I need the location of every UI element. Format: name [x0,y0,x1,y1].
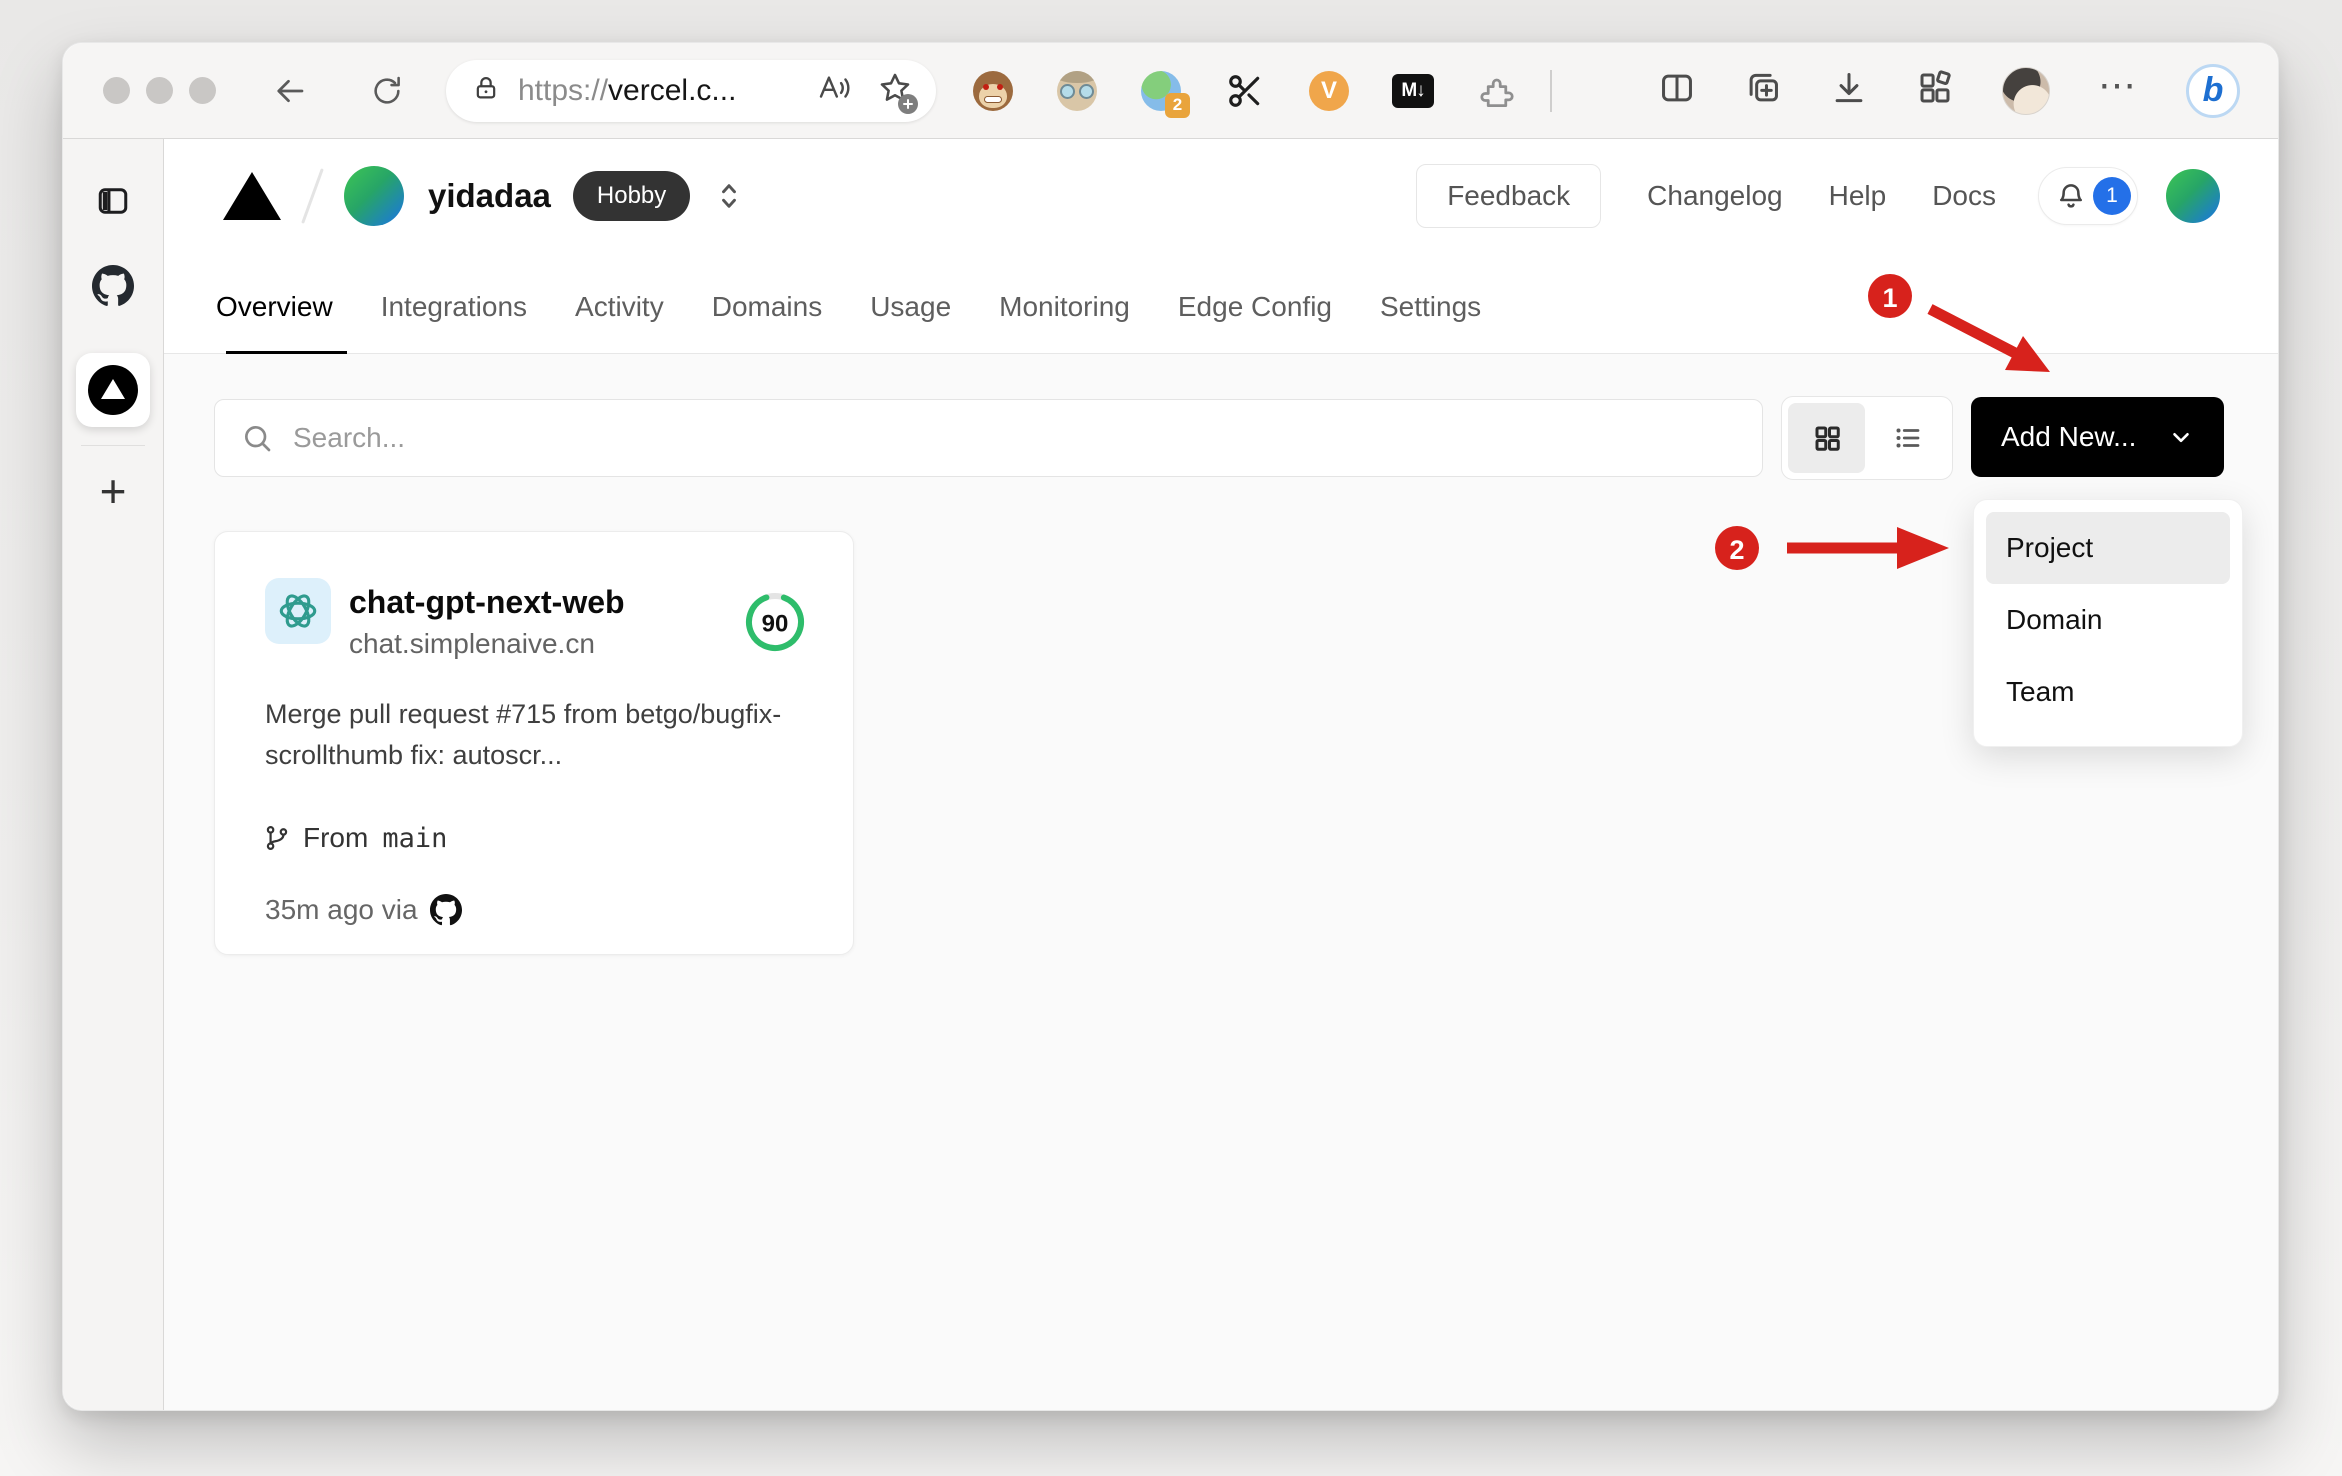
vercel-page: yidadaa Hobby Feedback Changelog Help Do… [164,139,2278,1410]
scope-switcher-icon[interactable] [714,179,744,213]
team-name[interactable]: yidadaa [428,177,551,215]
plus-overlay-icon [898,94,918,114]
project-search[interactable] [214,399,1763,477]
project-card[interactable]: chat-gpt-next-web chat.simplenaive.cn 90… [214,531,854,955]
extension-count-badge: 2 [1165,92,1190,118]
tab-domains[interactable]: Domains [688,291,846,353]
dropdown-item-team[interactable]: Team [1986,656,2230,728]
speed-score-gauge[interactable]: 90 [743,590,807,654]
extensions-puzzle-icon[interactable] [1476,70,1518,112]
git-branch-icon [266,826,288,850]
dropdown-item-domain[interactable]: Domain [1986,584,2230,656]
scissors-extension-icon[interactable] [1224,70,1266,112]
help-link[interactable]: Help [1829,180,1887,212]
notification-count-badge: 1 [2093,177,2131,215]
url-text: https://vercel.c... [518,74,736,108]
split-screen-icon[interactable] [1658,69,1696,112]
list-view-button[interactable] [1869,403,1946,473]
zoom-window-button[interactable] [189,77,216,104]
sidebar-toggle-icon[interactable] [95,183,131,219]
view-toggle [1781,396,1953,480]
openai-logo-icon [279,594,317,628]
notifications-button[interactable]: 1 [2038,167,2138,225]
project-domain[interactable]: chat.simplenaive.cn [349,628,595,660]
vercel-tab-active[interactable] [76,353,150,427]
search-icon [245,426,271,452]
vercel-logo[interactable] [223,172,281,220]
team-avatar[interactable] [344,166,404,226]
project-icon [265,578,331,644]
vercel-tab-bar: Overview Integrations Activity Domains U… [164,253,2278,355]
v-extension-icon[interactable]: V [1308,70,1350,112]
read-aloud-icon[interactable] [818,73,852,108]
branch-name[interactable]: main [382,823,447,854]
new-tab-button[interactable]: + [100,468,127,514]
tab-monitoring[interactable]: Monitoring [975,291,1154,353]
tab-settings[interactable]: Settings [1356,291,1505,353]
branch-row: From main [263,822,447,854]
markdown-download-extension-icon[interactable]: M↓ [1392,70,1434,112]
score-value: 90 [762,611,789,638]
tab-overview[interactable]: Overview [216,291,357,355]
back-icon[interactable] [272,73,308,109]
browser-toolbar: https://vercel.c... 2 V M↓ ⋯ b [63,43,2278,139]
changelog-link[interactable]: Changelog [1647,180,1782,212]
collections-icon[interactable] [1744,69,1782,112]
toolbar-divider [1550,69,1552,112]
url-scheme: https:// [518,73,609,107]
vercel-main: Add New... Project Domain Team [164,354,2278,1410]
tab-integrations[interactable]: Integrations [357,291,551,353]
url-host: vercel.c... [608,73,737,107]
more-menu-icon[interactable]: ⋯ [2098,67,2138,115]
deployment-time: 35m ago via [265,894,418,925]
add-new-dropdown: Project Domain Team [1973,499,2243,747]
browser-window: https://vercel.c... 2 V M↓ ⋯ b + yidadaa… [62,42,2279,1411]
list-view-icon [1896,428,1919,448]
commit-message[interactable]: Merge pull request #715 from betgo/bugfi… [265,694,845,776]
dropdown-item-project[interactable]: Project [1986,512,2230,584]
tampermonkey-extension-icon[interactable] [972,70,1014,112]
add-new-label: Add New... [2001,421,2137,452]
tab-usage[interactable]: Usage [846,291,975,353]
breadcrumb-slash [301,168,324,224]
add-new-button[interactable]: Add New... [1971,397,2224,477]
grid-view-button[interactable] [1788,403,1865,473]
tab-manager-extension-icon[interactable]: 2 [1140,70,1190,118]
feedback-button[interactable]: Feedback [1416,164,1602,228]
tab-edge-config[interactable]: Edge Config [1154,291,1356,353]
search-input[interactable] [293,422,1736,454]
sidebar-divider [81,445,145,446]
lock-icon [472,74,500,107]
github-icon [429,894,462,926]
extensions-row: 2 V M↓ [972,70,1518,118]
branch-label: From [303,822,369,853]
address-bar[interactable]: https://vercel.c... [446,59,936,122]
chevron-down-icon [2173,432,2189,443]
github-tab-icon[interactable] [92,265,134,307]
add-favorite-icon[interactable] [878,71,918,114]
close-window-button[interactable] [103,77,130,104]
grid-view-icon [1815,426,1840,451]
docs-link[interactable]: Docs [1932,180,1996,212]
tab-activity[interactable]: Activity [551,291,688,353]
downloads-icon[interactable] [1830,69,1868,112]
window-controls [103,77,216,104]
browser-actions: ⋯ b [1658,63,2240,118]
user-avatar[interactable] [2166,169,2220,223]
minimize-window-button[interactable] [146,77,173,104]
vercel-favicon [88,365,138,415]
deployment-meta: 35m ago via [265,894,462,926]
bell-icon [2060,184,2082,208]
plan-badge: Hobby [572,171,691,221]
apps-launcher-icon[interactable] [1916,69,1954,112]
vercel-header: yidadaa Hobby Feedback Changelog Help Do… [164,139,2278,253]
bing-chat-icon[interactable]: b [2186,63,2240,118]
avatar-extension-icon[interactable] [1056,70,1098,112]
project-name[interactable]: chat-gpt-next-web [349,584,625,621]
browser-sidebar: + [63,139,164,1410]
browser-profile-avatar[interactable] [2002,66,2050,115]
reload-icon[interactable] [370,74,404,108]
